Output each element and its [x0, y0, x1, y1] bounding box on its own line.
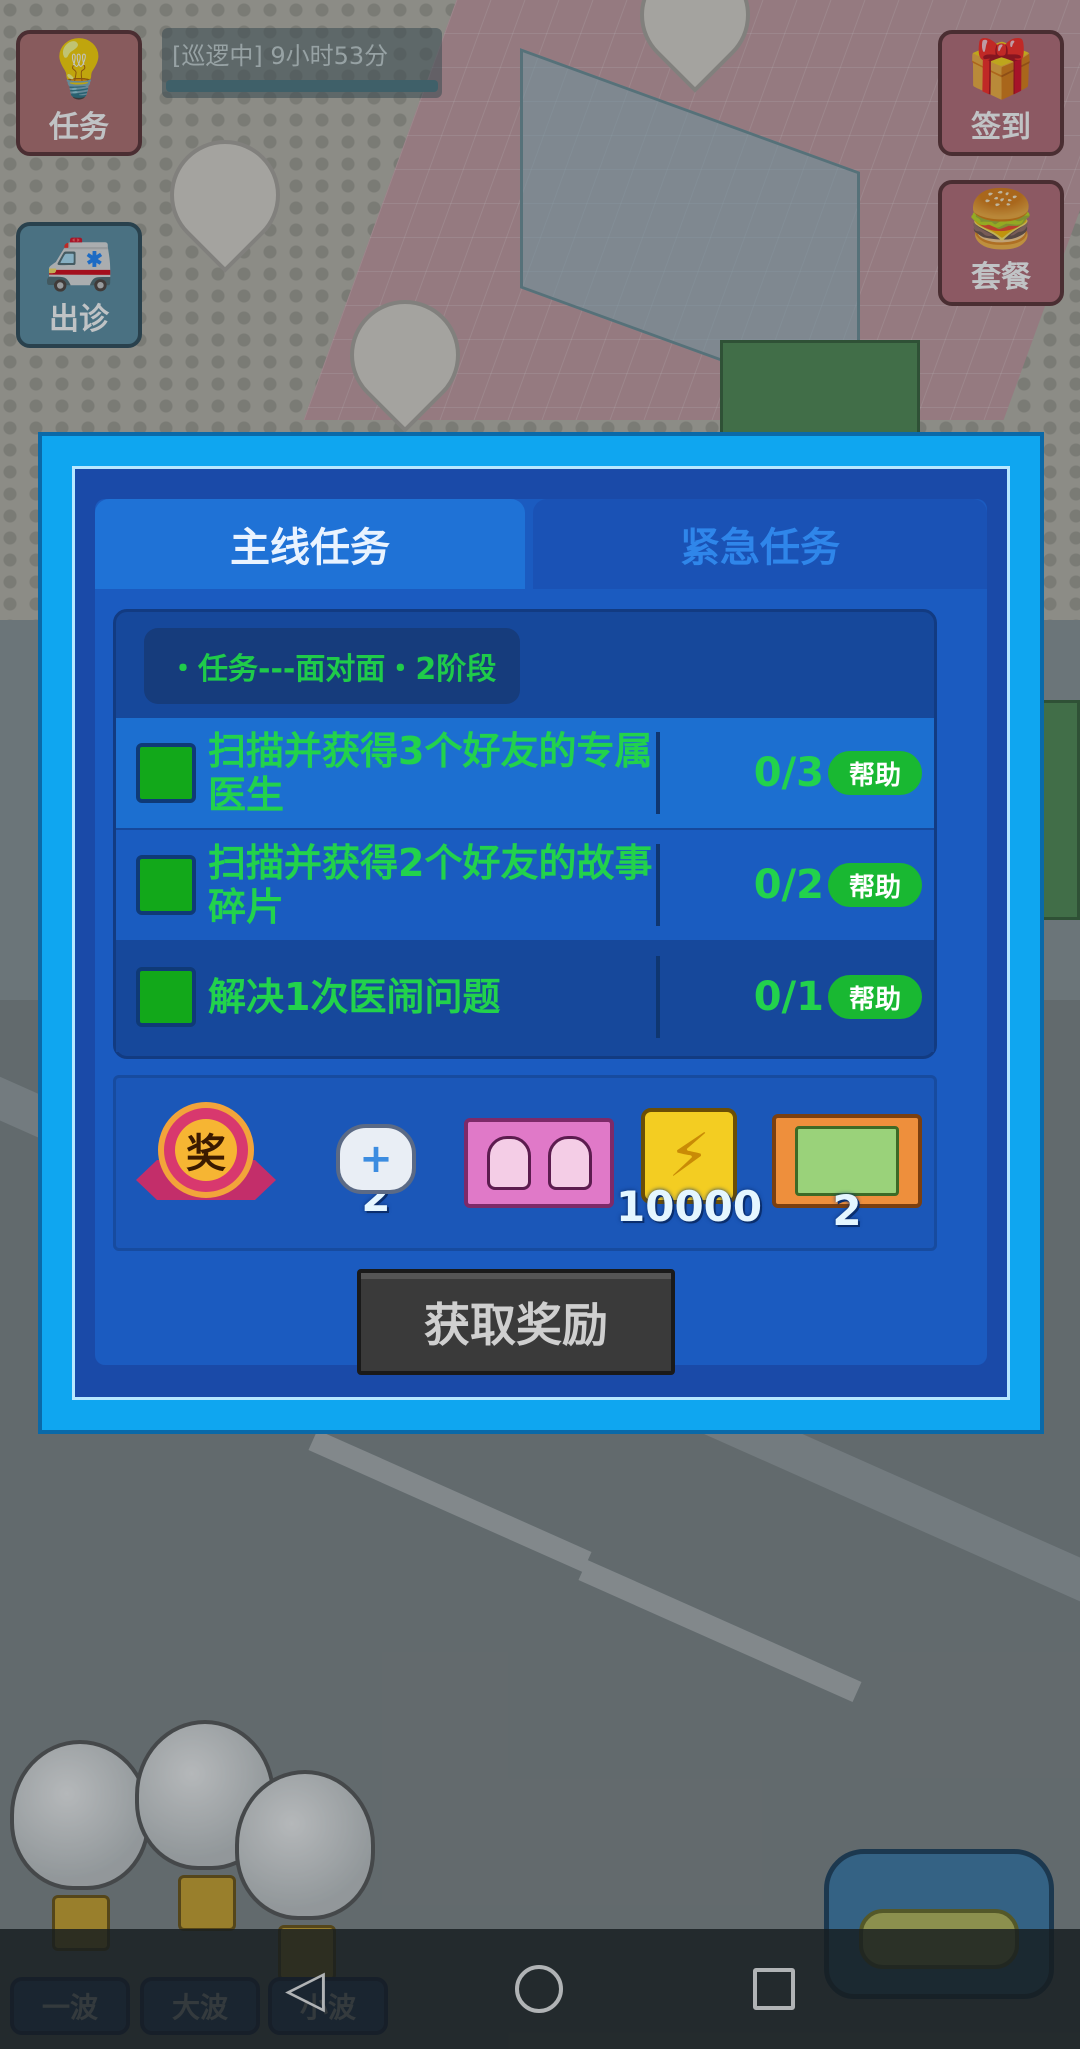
card-figure — [547, 1136, 592, 1190]
award-medal-icon: 奖 — [126, 1098, 286, 1248]
task-description: 扫描并获得2个好友的故事碎片 — [208, 841, 653, 929]
reward-energy: ⚡ 10000 — [616, 1108, 762, 1231]
doctor-cat-icon: + — [336, 1124, 416, 1194]
task-row: 扫描并获得2个好友的故事碎片 0/2 帮助 — [116, 830, 934, 940]
reward-count: 10000 — [616, 1182, 763, 1231]
row-divider — [656, 956, 660, 1038]
task-dialog-panel: 主线任务 紧急任务 ・任务---面对面・2阶段 扫描并获得3个好友的专属医生 0… — [95, 499, 987, 1375]
reward-doctor-cat: + 2 — [336, 1124, 416, 1221]
task-checkbox — [136, 743, 196, 803]
task-checkbox — [136, 855, 196, 915]
tab-urgent-quests[interactable]: 紧急任务 — [533, 499, 987, 589]
task-description: 解决1次医闹问题 — [208, 975, 501, 1019]
card-figure — [486, 1136, 531, 1190]
stage-title: ・任务---面对面・2阶段 — [144, 628, 521, 704]
task-list: ・任务---面对面・2阶段 扫描并获得3个好友的专属医生 0/3 帮助 扫描并获… — [113, 609, 937, 1059]
task-row: 解决1次医闹问题 0/1 帮助 — [116, 942, 934, 1052]
reward-story-card — [464, 1118, 614, 1208]
help-button[interactable]: 帮助 — [828, 863, 922, 907]
task-tabs: 主线任务 紧急任务 — [95, 499, 987, 589]
reward-list: 奖 + 2 ⚡ 10000 2 — [113, 1075, 937, 1251]
medal-character: 奖 — [175, 1119, 237, 1181]
task-progress: 0/3 — [753, 750, 824, 796]
medal-disc: 奖 — [158, 1102, 254, 1198]
task-row: 扫描并获得3个好友的专属医生 0/3 帮助 — [116, 718, 934, 828]
task-progress: 0/1 — [753, 974, 824, 1020]
task-dialog: 主线任务 紧急任务 ・任务---面对面・2阶段 扫描并获得3个好友的专属医生 0… — [38, 432, 1044, 1434]
task-progress: 0/2 — [753, 862, 824, 908]
task-checkbox — [136, 967, 196, 1027]
tab-main-quests[interactable]: 主线任务 — [95, 499, 525, 589]
story-card-icon — [464, 1118, 614, 1208]
row-divider — [656, 732, 660, 814]
task-description: 扫描并获得3个好友的专属医生 — [208, 729, 653, 817]
row-divider — [656, 844, 660, 926]
help-button[interactable]: 帮助 — [828, 751, 922, 795]
reward-count: 2 — [832, 1186, 862, 1235]
claim-reward-button[interactable]: 获取奖励 — [357, 1269, 675, 1375]
help-button[interactable]: 帮助 — [828, 975, 922, 1019]
task-dialog-inner: 主线任务 紧急任务 ・任务---面对面・2阶段 扫描并获得3个好友的专属医生 0… — [72, 466, 1010, 1400]
reward-doctor-ticket: 2 — [772, 1114, 922, 1235]
